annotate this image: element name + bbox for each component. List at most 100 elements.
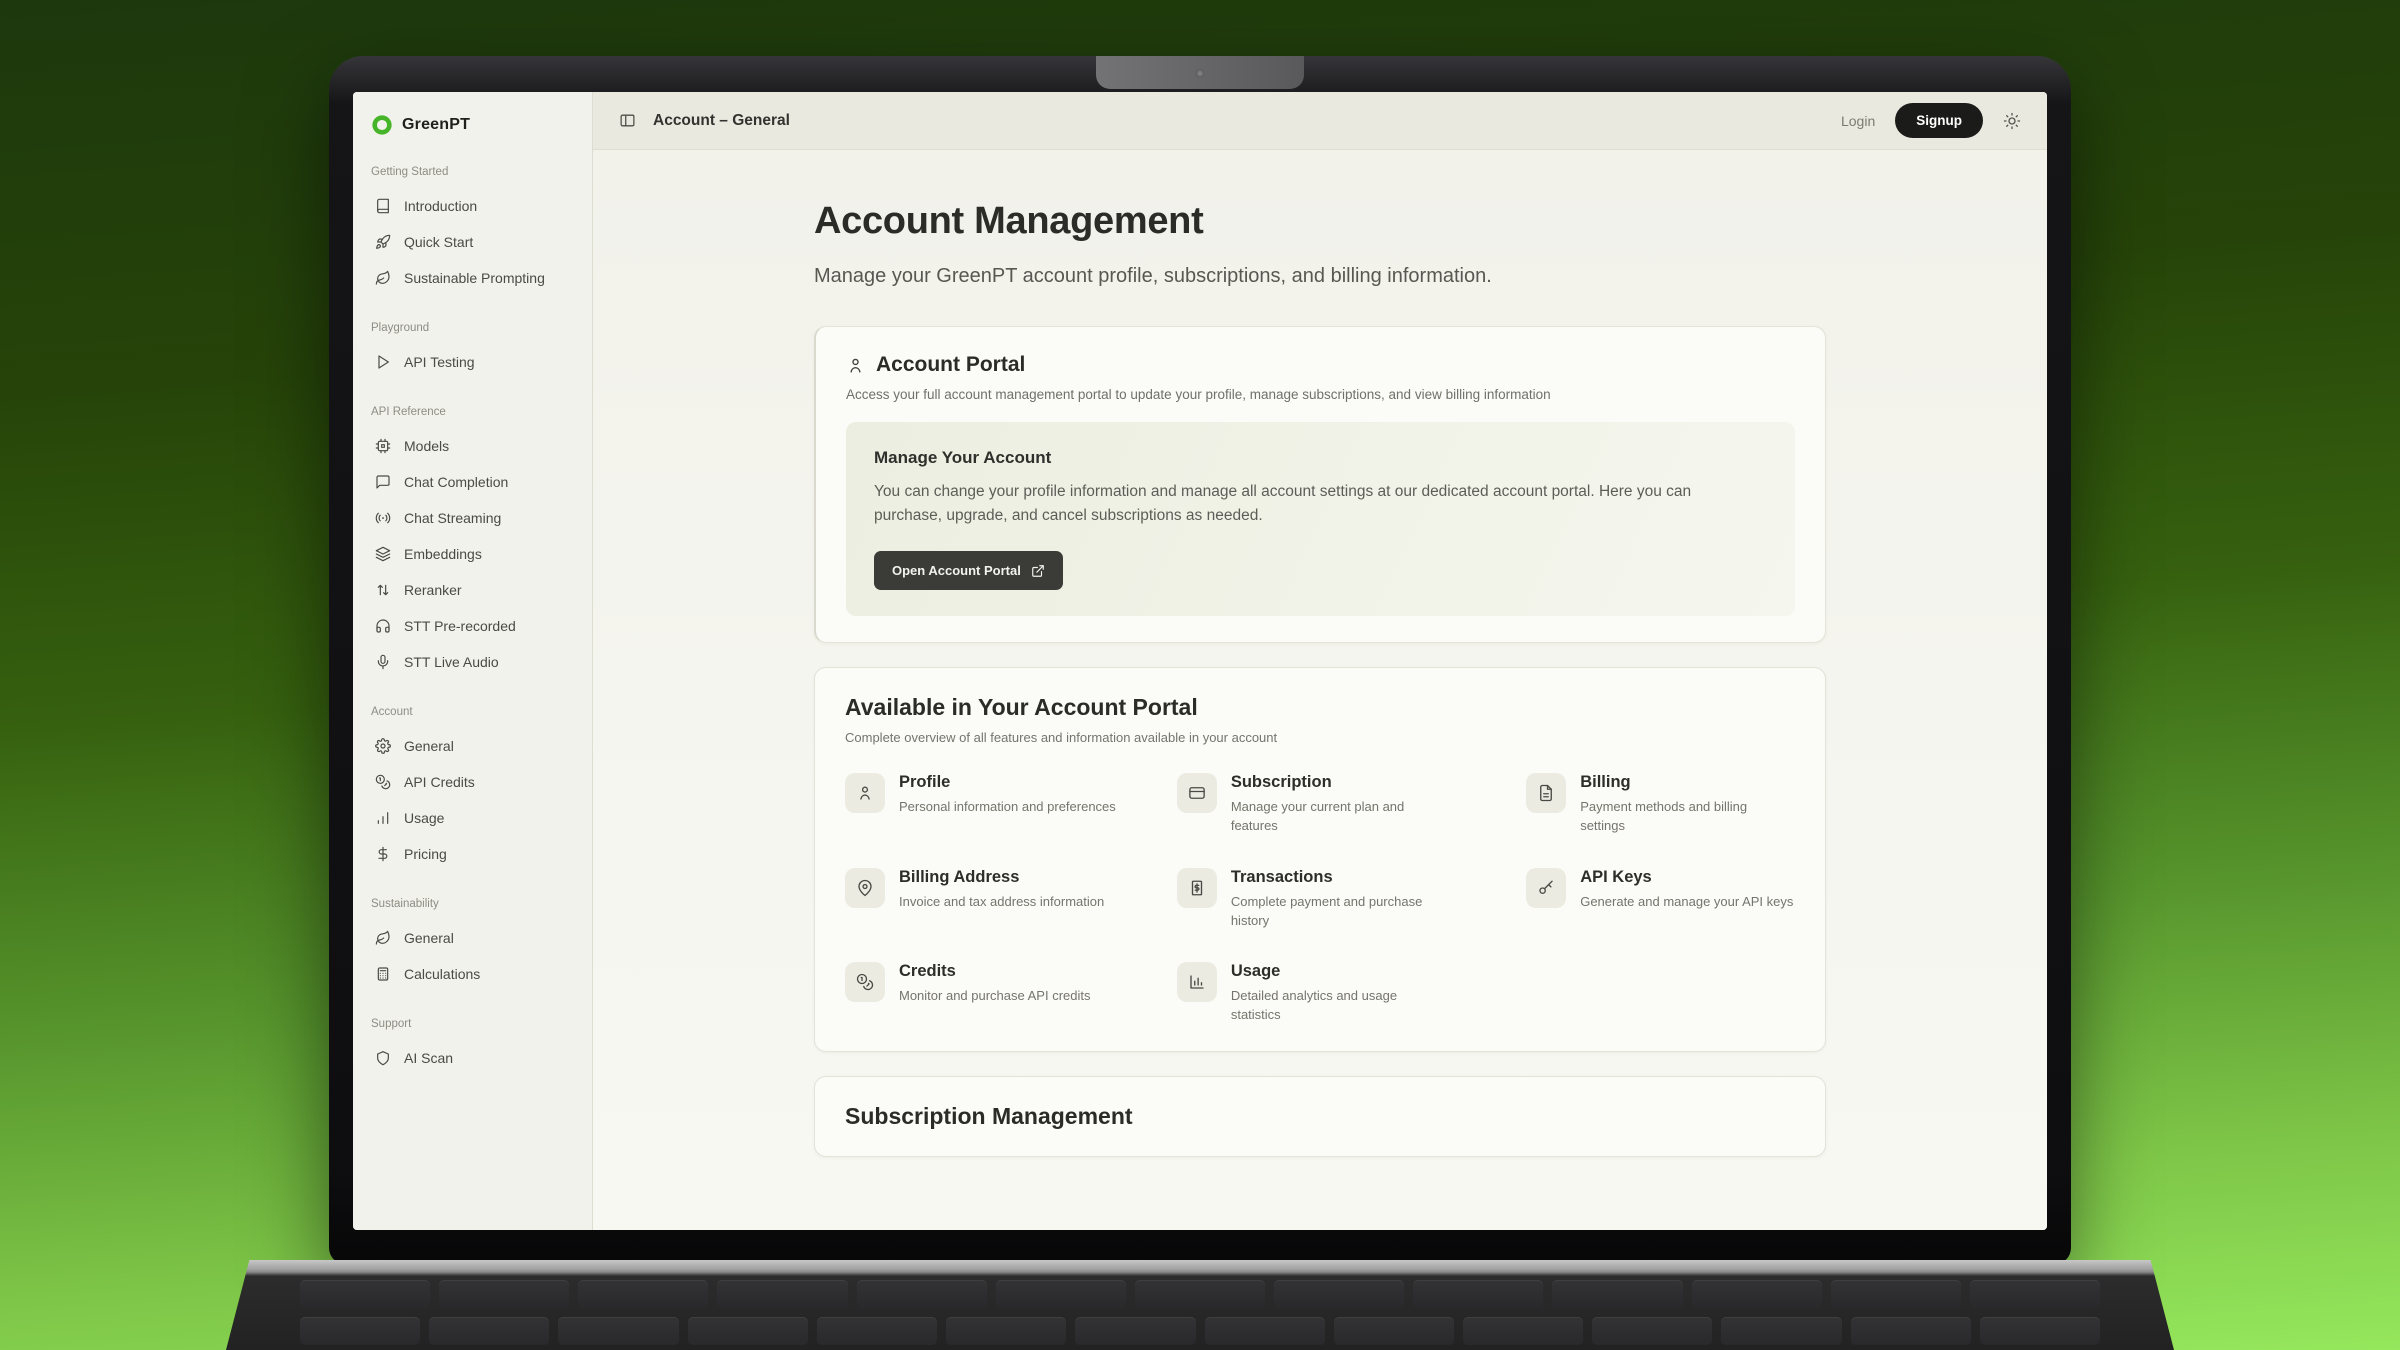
account-portal-card: Account Portal Access your full account … xyxy=(814,326,1826,643)
feature-billing-address: Billing Address Invoice and tax address … xyxy=(845,868,1149,931)
feature-description: Invoice and tax address information xyxy=(899,893,1104,912)
signup-button[interactable]: Signup xyxy=(1895,103,1983,138)
feature-title: Usage xyxy=(1231,962,1449,981)
sidebar-item-introduction[interactable]: Introduction xyxy=(371,188,574,224)
login-link[interactable]: Login xyxy=(1841,113,1875,129)
laptop-keyboard-deck xyxy=(226,1260,2174,1350)
sidebar-item-usage[interactable]: Usage xyxy=(371,800,574,836)
sidebar-item-label: General xyxy=(404,738,454,754)
map-pin-icon xyxy=(856,879,874,897)
sidebar-item-label: API Credits xyxy=(404,774,475,790)
sidebar-item-label: STT Live Audio xyxy=(404,654,499,670)
feature-credits: Credits Monitor and purchase API credits xyxy=(845,962,1149,1025)
feature-transactions: Transactions Complete payment and purcha… xyxy=(1177,868,1498,931)
page-title: Account Management xyxy=(814,200,1826,243)
sidebar-item-reranker[interactable]: Reranker xyxy=(371,572,574,608)
bar-chart-icon xyxy=(375,810,391,826)
feature-title: API Keys xyxy=(1580,868,1793,887)
keyboard-keys xyxy=(300,1280,2100,1345)
feature-title: Billing Address xyxy=(899,868,1104,887)
open-account-portal-button[interactable]: Open Account Portal xyxy=(874,551,1063,590)
sidebar-item-quick-start[interactable]: Quick Start xyxy=(371,224,574,260)
laptop-notch xyxy=(1096,56,1304,89)
message-icon xyxy=(375,474,391,490)
dollar-icon xyxy=(375,846,391,862)
sidebar-item-account-general[interactable]: General xyxy=(371,728,574,764)
sidebar-item-label: Chat Streaming xyxy=(404,510,501,526)
open-account-portal-label: Open Account Portal xyxy=(892,563,1021,578)
sidebar-item-label: API Testing xyxy=(404,354,475,370)
manage-account-title: Manage Your Account xyxy=(874,448,1767,468)
sidebar-item-pricing[interactable]: Pricing xyxy=(371,836,574,872)
leaf-icon xyxy=(375,270,391,286)
screen: GreenPT Getting Started Introduction Qui… xyxy=(353,92,2047,1230)
sun-icon xyxy=(2003,112,2021,130)
feature-description: Payment methods and billing settings xyxy=(1580,798,1795,836)
sidebar-item-label: Embeddings xyxy=(404,546,482,562)
account-portal-title: Account Portal xyxy=(876,353,1025,377)
sidebar-item-calculations[interactable]: Calculations xyxy=(371,956,574,992)
sidebar-item-stt-live-audio[interactable]: STT Live Audio xyxy=(371,644,574,680)
sidebar-item-models[interactable]: Models xyxy=(371,428,574,464)
sidebar-item-stt-pre-recorded[interactable]: STT Pre-recorded xyxy=(371,608,574,644)
subscription-management-card: Subscription Management xyxy=(814,1076,1826,1157)
sort-arrows-icon xyxy=(375,582,391,598)
features-grid: Profile Personal information and prefere… xyxy=(845,773,1795,1025)
manage-account-panel: Manage Your Account You can change your … xyxy=(846,422,1795,616)
sidebar-item-label: Pricing xyxy=(404,846,447,862)
feature-description: Generate and manage your API keys xyxy=(1580,893,1793,912)
subscription-management-title: Subscription Management xyxy=(845,1103,1795,1130)
feature-profile: Profile Personal information and prefere… xyxy=(845,773,1149,836)
sidebar-item-label: Calculations xyxy=(404,966,480,982)
sidebar-item-sustainable-prompting[interactable]: Sustainable Prompting xyxy=(371,260,574,296)
key-icon xyxy=(1537,879,1555,897)
sidebar-item-api-testing[interactable]: API Testing xyxy=(371,344,574,380)
sidebar-item-label: AI Scan xyxy=(404,1050,453,1066)
feature-description: Personal information and preferences xyxy=(899,798,1116,817)
webcam-dot xyxy=(1195,68,1206,79)
gear-icon xyxy=(375,738,391,754)
panel-left-icon xyxy=(619,112,636,129)
sidebar-item-label: STT Pre-recorded xyxy=(404,618,516,634)
rocket-icon xyxy=(375,234,391,250)
account-portal-header: Account Portal xyxy=(846,353,1795,377)
account-portal-description: Access your full account management port… xyxy=(846,387,1795,402)
sidebar-toggle-button[interactable] xyxy=(619,112,636,129)
leaf-icon xyxy=(375,930,391,946)
sidebar-item-chat-streaming[interactable]: Chat Streaming xyxy=(371,500,574,536)
feature-description: Detailed analytics and usage statistics xyxy=(1231,987,1449,1025)
sidebar-item-label: General xyxy=(404,930,454,946)
sidebar-item-label: Models xyxy=(404,438,449,454)
laptop: GreenPT Getting Started Introduction Qui… xyxy=(329,56,2071,1350)
book-icon xyxy=(375,198,391,214)
coins-icon xyxy=(375,774,391,790)
features-card-subtitle: Complete overview of all features and in… xyxy=(845,730,1795,745)
sidebar-item-ai-scan[interactable]: AI Scan xyxy=(371,1040,574,1076)
sidebar-item-label: Introduction xyxy=(404,198,477,214)
feature-billing: Billing Payment methods and billing sett… xyxy=(1526,773,1795,836)
sidebar-item-api-credits[interactable]: API Credits xyxy=(371,764,574,800)
sidebar-item-sustainability-general[interactable]: General xyxy=(371,920,574,956)
credit-card-icon xyxy=(1188,784,1206,802)
feature-title: Billing xyxy=(1580,773,1795,792)
feature-description: Complete payment and purchase history xyxy=(1231,893,1449,931)
sidebar-item-label: Sustainable Prompting xyxy=(404,270,545,286)
sidebar-section-sustainability: Sustainability xyxy=(371,898,574,910)
broadcast-icon xyxy=(375,510,391,526)
sidebar-section-api-reference: API Reference xyxy=(371,406,574,418)
topbar-actions: Login Signup xyxy=(1841,103,2021,138)
sidebar-item-embeddings[interactable]: Embeddings xyxy=(371,536,574,572)
laptop-lid-bezel: GreenPT Getting Started Introduction Qui… xyxy=(329,56,2071,1264)
breadcrumb-title: Account – General xyxy=(653,112,790,130)
receipt-icon xyxy=(1188,879,1206,897)
sidebar-item-label: Usage xyxy=(404,810,444,826)
coins-icon xyxy=(856,973,874,991)
theme-toggle-button[interactable] xyxy=(2003,112,2021,130)
brand-logo[interactable]: GreenPT xyxy=(371,114,574,136)
external-link-icon xyxy=(1031,564,1045,578)
sidebar-item-chat-completion[interactable]: Chat Completion xyxy=(371,464,574,500)
feature-title: Transactions xyxy=(1231,868,1449,887)
headphones-icon xyxy=(375,618,391,634)
features-card: Available in Your Account Portal Complet… xyxy=(814,667,1826,1052)
brand-name: GreenPT xyxy=(402,116,470,134)
